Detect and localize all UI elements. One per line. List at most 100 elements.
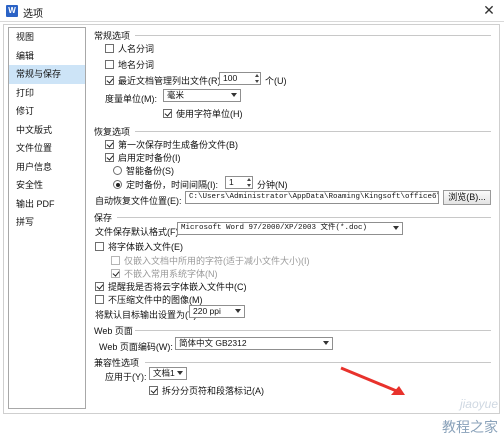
interval-value: 1 bbox=[229, 177, 234, 187]
place-split-option[interactable]: 地名分词 bbox=[105, 58, 154, 71]
divider bbox=[117, 217, 491, 218]
divider bbox=[145, 362, 491, 363]
word-split-checkbox[interactable] bbox=[105, 44, 114, 53]
interval-backup-option[interactable]: 定时备份，时间间隔(I): bbox=[113, 178, 218, 191]
save-format-select[interactable]: Microsoft Word 97/2000/XP/2003 文件(*.doc) bbox=[177, 222, 403, 235]
embed-used-chars-option[interactable]: 仅嵌入文档中所用的字符(适于减小文件大小)(I) bbox=[111, 254, 310, 267]
sidebar-item-edit[interactable]: 编辑 bbox=[9, 47, 85, 66]
place-split-label: 地名分词 bbox=[118, 60, 155, 70]
interval-spinner[interactable]: 1 bbox=[225, 176, 253, 189]
recent-docs-label: 最近文档管理列出文件(R): bbox=[118, 76, 223, 86]
timed-backup-checkbox[interactable] bbox=[105, 153, 114, 162]
web-encoding-label: Web 页面编码(W): bbox=[99, 342, 173, 352]
backup-section-title: 恢复选项 bbox=[94, 127, 131, 137]
remind-cloud-font-option[interactable]: 提醒我是否将云字体嵌入文件中(C) bbox=[95, 280, 247, 293]
first-save-backup-label: 第一次保存时生成备份文件(B) bbox=[118, 140, 238, 150]
chevron-down-icon bbox=[177, 371, 183, 375]
chevron-down-icon bbox=[235, 309, 241, 313]
char-unit-option[interactable]: 使用字符单位(H) bbox=[163, 107, 243, 120]
window-title: 选项 bbox=[23, 9, 43, 20]
no-common-fonts-option[interactable]: 不嵌入常用系统字体(N) bbox=[111, 267, 218, 280]
sidebar-item-print[interactable]: 打印 bbox=[9, 84, 85, 103]
embed-used-chars-label: 仅嵌入文档中所用的字符(适于减小文件大小)(I) bbox=[124, 256, 310, 266]
spin-up-icon[interactable] bbox=[255, 74, 259, 77]
first-save-backup-option[interactable]: 第一次保存时生成备份文件(B) bbox=[105, 138, 238, 151]
watermark: jiaoyue 教程之家 bbox=[352, 397, 502, 437]
watermark-text: 教程之家 bbox=[442, 420, 498, 436]
embed-font-checkbox[interactable] bbox=[95, 242, 104, 251]
compat-section-title: 兼容性选项 bbox=[94, 358, 140, 368]
sidebar-item-view[interactable]: 视图 bbox=[9, 28, 85, 47]
save-format-value: Microsoft Word 97/2000/XP/2003 文件(*.doc) bbox=[181, 224, 368, 232]
browse-button[interactable]: 浏览(B)... bbox=[443, 190, 491, 205]
interval-unit-label: 分钟(N) bbox=[257, 180, 288, 190]
close-icon[interactable]: ✕ bbox=[480, 2, 498, 18]
apply-to-label: 应用于(Y): bbox=[105, 372, 147, 382]
word-split-label: 人名分词 bbox=[118, 44, 155, 54]
char-unit-checkbox[interactable] bbox=[163, 109, 172, 118]
embed-used-chars-checkbox[interactable] bbox=[111, 256, 120, 265]
place-split-checkbox[interactable] bbox=[105, 60, 114, 69]
spin-down-icon[interactable] bbox=[247, 184, 251, 187]
embed-font-label: 将字体嵌入文件(E) bbox=[108, 242, 183, 252]
sidebar-item-general-save[interactable]: 常规与保存 bbox=[9, 65, 85, 84]
options-main-panel: 常规选项 人名分词 地名分词 最近文档管理列出文件(R): 100 个(U) 度… bbox=[91, 27, 495, 409]
options-sidebar: 视图 编辑 常规与保存 打印 修订 中文版式 文件位置 用户信息 安全性 输出 … bbox=[8, 27, 86, 409]
char-unit-label: 使用字符单位(H) bbox=[176, 109, 243, 119]
sidebar-item-chinese-layout[interactable]: 中文版式 bbox=[9, 121, 85, 140]
measure-unit-value: 毫米 bbox=[167, 90, 185, 100]
sidebar-item-output-pdf[interactable]: 输出 PDF bbox=[9, 195, 85, 214]
general-section-title: 常规选项 bbox=[94, 31, 131, 41]
remind-cloud-font-checkbox[interactable] bbox=[95, 282, 104, 291]
annotation-arrow-icon bbox=[340, 366, 405, 395]
spin-up-icon[interactable] bbox=[247, 178, 251, 181]
web-encoding-value: 简体中文 GB2312 bbox=[179, 338, 247, 348]
spin-down-icon[interactable] bbox=[255, 80, 259, 83]
recent-unit-label: 个(U) bbox=[265, 76, 287, 86]
recent-count-spinner[interactable]: 100 bbox=[219, 72, 261, 85]
default-ppi-select[interactable]: 220 ppi bbox=[189, 305, 245, 318]
sidebar-item-security[interactable]: 安全性 bbox=[9, 176, 85, 195]
no-common-fonts-label: 不嵌入常用系统字体(N) bbox=[124, 269, 218, 279]
sidebar-item-user-info[interactable]: 用户信息 bbox=[9, 158, 85, 177]
split-page-break-label: 拆分分页符和段落标记(A) bbox=[162, 386, 264, 396]
save-format-label: 文件保存默认格式(F): bbox=[95, 227, 181, 237]
sidebar-item-file-location[interactable]: 文件位置 bbox=[9, 139, 85, 158]
watermark-url: jiaoyue bbox=[459, 397, 498, 411]
recent-docs-option[interactable]: 最近文档管理列出文件(R): bbox=[105, 74, 223, 87]
smart-backup-label: 智能备份(S) bbox=[126, 166, 174, 176]
recent-docs-checkbox[interactable] bbox=[105, 76, 114, 85]
apply-to-select[interactable]: 文档1 bbox=[149, 367, 187, 380]
interval-backup-label: 定时备份，时间间隔(I): bbox=[126, 180, 218, 190]
embed-font-option[interactable]: 将字体嵌入文件(E) bbox=[95, 240, 183, 253]
no-common-fonts-checkbox[interactable] bbox=[111, 269, 120, 278]
split-page-break-option[interactable]: 拆分分页符和段落标记(A) bbox=[149, 384, 264, 397]
smart-backup-option[interactable]: 智能备份(S) bbox=[113, 164, 174, 177]
recovery-path-label: 自动恢复文件位置(E): bbox=[95, 196, 182, 206]
chevron-down-icon bbox=[323, 341, 329, 345]
divider bbox=[135, 330, 491, 331]
no-compress-images-option[interactable]: 不压缩文件中的图像(M) bbox=[95, 293, 203, 306]
measure-unit-select[interactable]: 毫米 bbox=[163, 89, 241, 102]
default-ppi-label: 将默认目标输出设置为(T): bbox=[95, 310, 199, 320]
remind-cloud-font-label: 提醒我是否将云字体嵌入文件中(C) bbox=[108, 282, 247, 292]
smart-backup-radio[interactable] bbox=[113, 166, 122, 175]
save-section-title: 保存 bbox=[94, 213, 113, 223]
arrow-shaft bbox=[340, 366, 400, 394]
sidebar-item-revision[interactable]: 修订 bbox=[9, 102, 85, 121]
interval-backup-radio[interactable] bbox=[113, 180, 122, 189]
first-save-backup-checkbox[interactable] bbox=[105, 140, 114, 149]
recovery-path-input[interactable]: C:\Users\Administrator\AppData\Roaming\K… bbox=[185, 191, 439, 204]
timed-backup-label: 启用定时备份(I) bbox=[118, 153, 181, 163]
web-encoding-select[interactable]: 简体中文 GB2312 bbox=[175, 337, 333, 350]
chevron-down-icon bbox=[393, 226, 399, 230]
sidebar-item-spelling[interactable]: 拼写 bbox=[9, 213, 85, 232]
default-ppi-value: 220 ppi bbox=[193, 306, 221, 316]
chevron-down-icon bbox=[231, 93, 237, 97]
word-split-option[interactable]: 人名分词 bbox=[105, 42, 154, 55]
no-compress-images-checkbox[interactable] bbox=[95, 295, 104, 304]
divider bbox=[135, 35, 491, 36]
split-page-break-checkbox[interactable] bbox=[149, 386, 158, 395]
measure-unit-label: 度量单位(M): bbox=[105, 94, 157, 104]
timed-backup-option[interactable]: 启用定时备份(I) bbox=[105, 151, 181, 164]
